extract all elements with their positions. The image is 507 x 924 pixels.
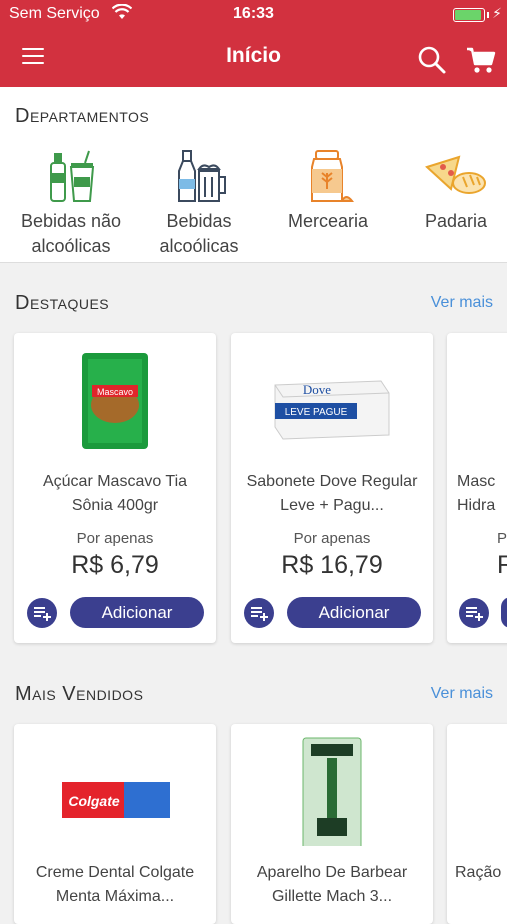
best-sellers-title: Mais Vendidos <box>15 683 144 705</box>
highlights-title: Destaques <box>15 292 110 314</box>
product-price: R$ 6,79 <box>71 551 159 579</box>
price-prefix: Por apenas <box>293 530 371 547</box>
app-header: Sem Serviço 16:33 ⚡ Início <box>0 0 507 87</box>
battery-tip <box>487 12 489 18</box>
product-name: Creme Dental Colgate Menta Máxima... <box>35 864 195 905</box>
price-prefix: Po <box>497 530 507 547</box>
department-bakery[interactable]: Padaria <box>391 149 507 234</box>
bread-pizza-icon <box>425 155 486 194</box>
beer-bottle-icon <box>178 150 226 202</box>
playlist-add-icon <box>251 607 268 621</box>
clock-label: 16:33 <box>233 5 274 22</box>
playlist-add-icon <box>34 607 51 621</box>
product-card[interactable]: Ração <box>447 724 507 924</box>
add-to-list-button[interactable] <box>244 598 274 628</box>
department-label: Padaria <box>424 211 488 231</box>
product-name: Aparelho De Barbear Gillette Mach 3... <box>256 864 408 905</box>
add-to-list-button[interactable] <box>27 598 57 628</box>
department-label: Mercearia <box>287 211 369 231</box>
add-to-cart-button[interactable]: Adicionar <box>287 597 421 628</box>
department-label: Bebidas não alcoólicas <box>20 211 122 256</box>
navigation-bar: Início <box>0 37 507 77</box>
department-grocery[interactable]: Mercearia <box>263 149 393 234</box>
highlights-see-more-link[interactable]: Ver mais <box>431 294 493 312</box>
battery-icon <box>453 8 485 22</box>
dove-promo-text: LEVE PAGUE <box>285 407 348 418</box>
add-to-cart-button[interactable] <box>501 597 507 628</box>
product-card[interactable]: Mascavo Açúcar Mascavo Tia Sônia 400gr P… <box>14 333 216 643</box>
product-card[interactable]: Masc Hidra Po R <box>447 333 507 643</box>
departments-title: Departamentos <box>15 105 150 127</box>
status-bar: Sem Serviço 16:33 ⚡ <box>0 3 507 25</box>
product-name: Ração <box>455 864 502 881</box>
search-icon[interactable] <box>417 45 447 75</box>
department-label: Bebidas alcoólicas <box>159 211 239 256</box>
product-name: Açúcar Mascavo Tia Sônia 400gr <box>42 473 188 514</box>
product-price: R$ 16,79 <box>281 551 383 579</box>
product-price: R <box>497 551 507 579</box>
highlights-header: Destaques Ver mais <box>0 292 507 322</box>
price-prefix: Por apenas <box>76 530 154 547</box>
colgate-brand-text: Colgate <box>68 793 120 809</box>
department-alcoholic-drinks[interactable]: Bebidas alcoólicas <box>134 149 264 259</box>
soft-drinks-icon <box>50 150 95 202</box>
grocery-jar-icon <box>311 150 355 202</box>
product-image-razor <box>302 737 362 846</box>
product-image-sugar: Mascavo <box>82 353 148 449</box>
sugar-brand-text: Mascavo <box>97 387 133 397</box>
department-soft-drinks[interactable]: Bebidas não alcoólicas <box>6 149 136 259</box>
product-name: Sabonete Dove Regular Leve + Pagu... <box>246 473 418 514</box>
add-to-cart-button[interactable]: Adicionar <box>70 597 204 628</box>
add-to-list-button[interactable] <box>459 598 489 628</box>
product-name: Masc Hidra <box>457 473 496 514</box>
best-sellers-see-more-link[interactable]: Ver mais <box>431 685 493 703</box>
product-image-soap: Dove LEVE PAGUE <box>274 380 390 440</box>
shopping-cart-icon[interactable] <box>465 45 497 75</box>
product-card[interactable]: Aparelho De Barbear Gillette Mach 3... <box>231 724 433 924</box>
dove-brand-text: Dove <box>303 382 331 397</box>
best-sellers-header: Mais Vendidos Ver mais <box>0 683 507 713</box>
product-image-toothpaste: Colgate <box>62 782 170 818</box>
charging-icon: ⚡ <box>492 5 502 21</box>
product-card[interactable]: Colgate Creme Dental Colgate Menta Máxim… <box>14 724 216 924</box>
product-card[interactable]: Dove LEVE PAGUE Sabonete Dove Regular Le… <box>231 333 433 643</box>
departments-section: Departamentos Bebidas não alcoólicas Beb… <box>0 87 507 263</box>
playlist-add-icon <box>466 607 483 621</box>
